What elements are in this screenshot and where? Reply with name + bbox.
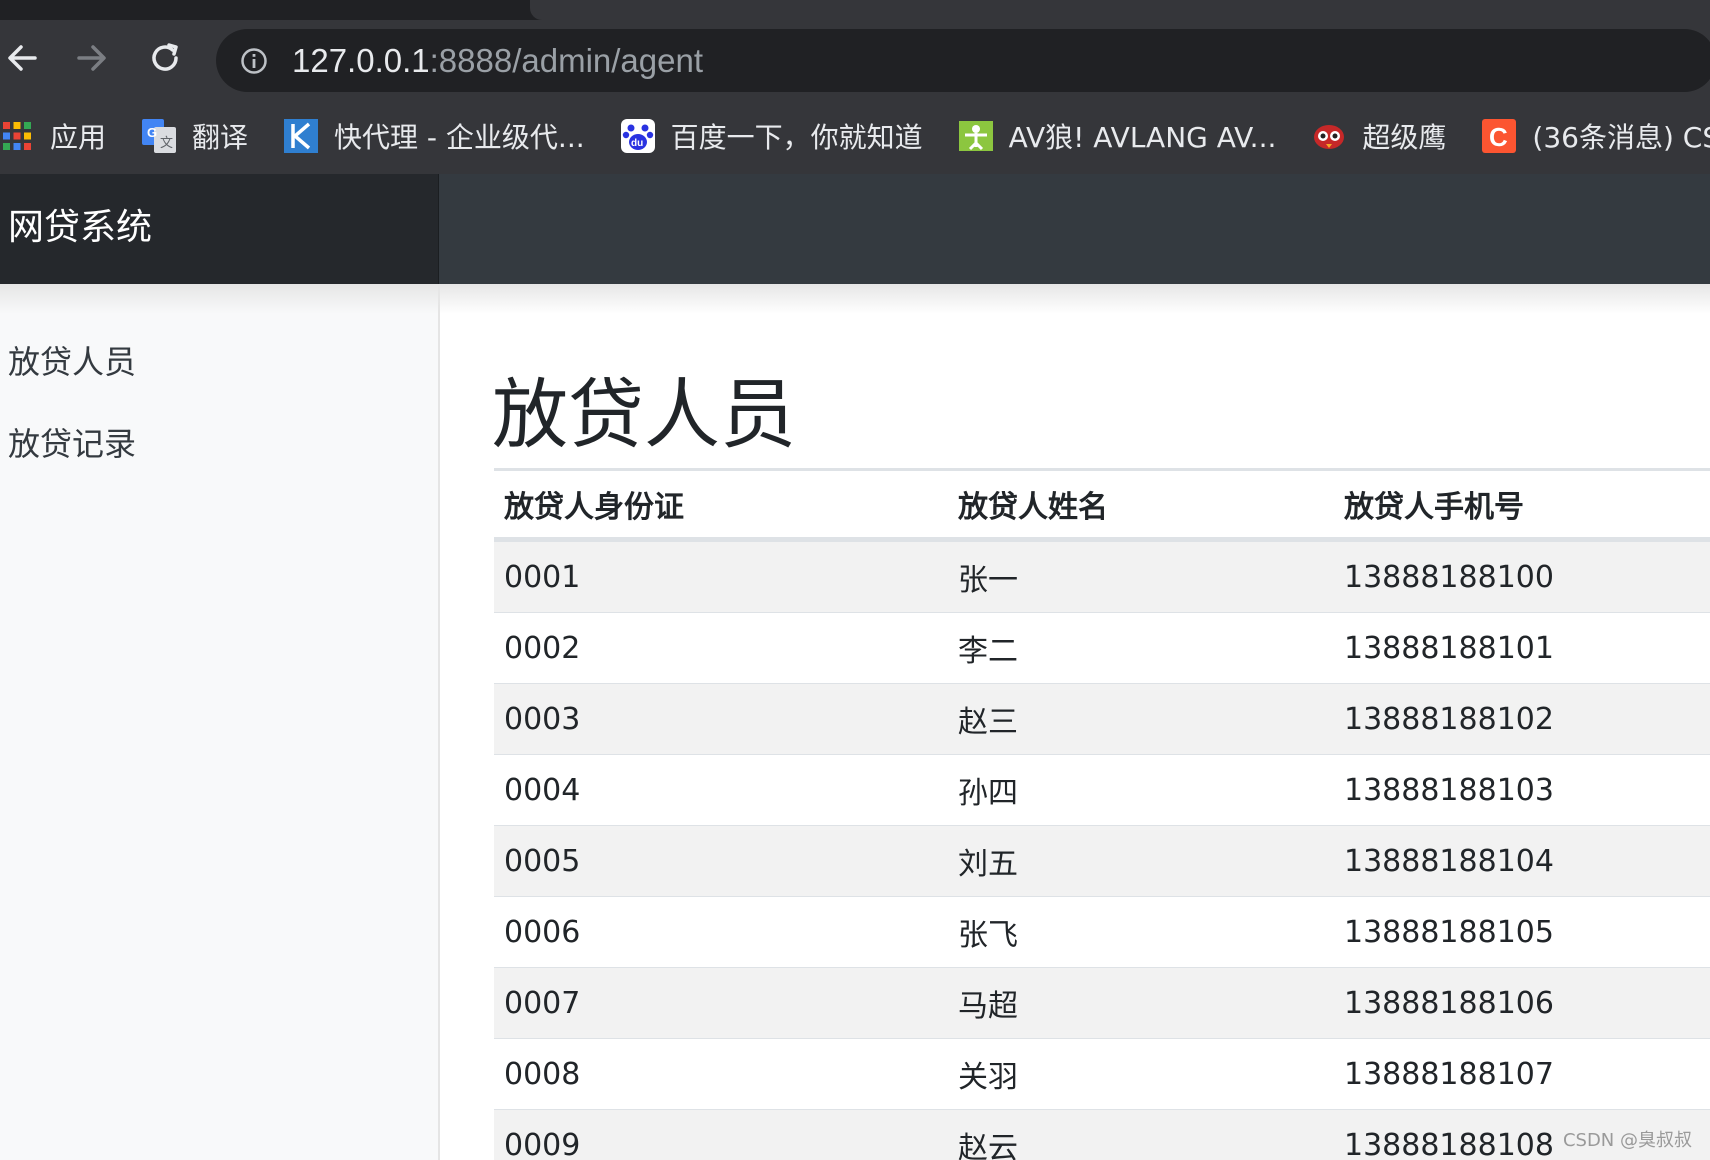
- reload-button[interactable]: [143, 36, 187, 80]
- cell-phone: 13888188102: [1334, 683, 1710, 755]
- kuaidaili-icon: [284, 119, 319, 153]
- page-title: 放贷人员: [492, 370, 796, 459]
- arrow-right-icon: [77, 45, 106, 71]
- bookmark-chaojiying[interactable]: 超级鹰: [1304, 110, 1454, 162]
- cell-id: 0003: [494, 683, 948, 755]
- cell-phone: 13888188100: [1334, 539, 1710, 613]
- bookmark-label: (36条消息) CSD: [1532, 121, 1710, 154]
- cell-phone: 13888188101: [1334, 612, 1710, 684]
- cell-phone: 13888188105: [1334, 896, 1710, 968]
- bookmark-translate[interactable]: G 文 翻译: [134, 110, 256, 162]
- bookmarks-bar: 应用 G 文 翻译 快代理 - 企业级代... du 百度一下，你就知道 AV狼…: [0, 104, 1710, 168]
- avlang-icon: [958, 119, 993, 153]
- brand-container: 网贷系统: [0, 174, 439, 284]
- cell-id: 0002: [494, 612, 948, 684]
- url-host: 127.0.0.1: [292, 42, 430, 79]
- cell-name: 张飞: [948, 896, 1334, 968]
- csdn-watermark: CSDN @臭叔叔: [1562, 1130, 1692, 1151]
- back-button[interactable]: [0, 36, 44, 80]
- table-row: 0008 关羽 13888188107: [494, 1038, 1710, 1110]
- reload-icon: [152, 43, 178, 71]
- table-row: 0009 赵云 13888188108: [494, 1109, 1710, 1160]
- url-text[interactable]: 127.0.0.1:8888/admin/agent: [292, 43, 703, 79]
- table-row: 0006 张飞 13888188105: [494, 896, 1710, 968]
- table-row: 0007 马超 13888188106: [494, 967, 1710, 1039]
- bookmark-avlang[interactable]: AV狼! AVLANG AV...: [951, 110, 1285, 162]
- column-header-id: 放贷人身份证: [494, 468, 948, 542]
- info-icon[interactable]: [240, 47, 268, 75]
- table-row: 0003 赵三 13888188102: [494, 683, 1710, 755]
- address-bar[interactable]: 127.0.0.1:8888/admin/agent: [216, 29, 1710, 92]
- cell-id: 0009: [494, 1109, 948, 1160]
- bookmark-label: AV狼! AVLANG AV...: [1008, 121, 1277, 154]
- svg-text:G: G: [147, 125, 157, 140]
- csdn-icon: C: [1482, 119, 1517, 153]
- table-row: 0004 孙四 13888188103: [494, 754, 1710, 826]
- cell-phone: 13888188106: [1334, 967, 1710, 1039]
- bookmark-label: 快代理 - 企业级代...: [334, 121, 585, 154]
- table-row: 0005 刘五 13888188104: [494, 825, 1710, 897]
- bookmark-label: 百度一下，你就知道: [670, 121, 923, 154]
- browser-toolbar: 127.0.0.1:8888/admin/agent 应用 G 文 翻译 快代理…: [0, 0, 1710, 174]
- cell-phone: 13888188104: [1334, 825, 1710, 897]
- bookmark-label: 超级鹰: [1362, 121, 1447, 154]
- bookmark-label: 翻译: [192, 121, 249, 154]
- cell-phone: 13888188107: [1334, 1038, 1710, 1110]
- url-path: :8888/admin/agent: [429, 42, 704, 79]
- tab-strip: [0, 0, 1710, 20]
- cell-name: 赵云: [948, 1109, 1334, 1160]
- arrow-left-icon: [8, 45, 37, 71]
- sidebar: 放贷人员 放贷记录: [0, 284, 440, 1160]
- bookmark-apps[interactable]: 应用: [0, 110, 114, 162]
- svg-text:du: du: [631, 138, 643, 149]
- main-content: 放贷人员 放贷人身份证 放贷人姓名 放贷人手机号 0001 张一 1388818…: [440, 284, 1710, 1160]
- table-row: 0002 李二 13888188101: [494, 612, 1710, 684]
- cell-id: 0007: [494, 967, 948, 1039]
- bookmark-label: 应用: [50, 121, 107, 154]
- cell-id: 0006: [494, 896, 948, 968]
- cell-name: 马超: [948, 967, 1334, 1039]
- table-header-row: 放贷人身份证 放贷人姓名 放贷人手机号: [494, 468, 1710, 542]
- brand-title[interactable]: 网贷系统: [8, 206, 152, 250]
- app-navbar: 网贷系统: [0, 174, 1710, 284]
- table-row: 0001 张一 13888188100: [494, 539, 1710, 613]
- baidu-paw-icon: du: [620, 119, 655, 153]
- apps-grid-icon: [0, 119, 34, 153]
- sidebar-item-agents[interactable]: 放贷人员: [8, 342, 136, 382]
- google-translate-icon: G 文: [142, 119, 177, 153]
- svg-text:文: 文: [160, 136, 173, 151]
- bookmark-baidu[interactable]: du 百度一下，你就知道: [613, 110, 931, 162]
- cell-id: 0001: [494, 539, 948, 613]
- cell-name: 李二: [948, 612, 1334, 684]
- cell-name: 赵三: [948, 683, 1334, 755]
- column-header-phone: 放贷人手机号: [1334, 468, 1710, 542]
- cell-name: 刘五: [948, 825, 1334, 897]
- cell-id: 0008: [494, 1038, 948, 1110]
- agents-table: 放贷人身份证 放贷人姓名 放贷人手机号 0001 张一 13888188100 …: [494, 468, 1710, 1160]
- cell-id: 0004: [494, 754, 948, 826]
- cell-name: 关羽: [948, 1038, 1334, 1110]
- sidebar-item-loan-records[interactable]: 放贷记录: [8, 424, 136, 464]
- cell-name: 张一: [948, 539, 1334, 613]
- cell-id: 0005: [494, 825, 948, 897]
- active-tab[interactable]: [530, 0, 1710, 20]
- cell-name: 孙四: [948, 754, 1334, 826]
- bookmark-kuaidaili[interactable]: 快代理 - 企业级代...: [276, 110, 593, 162]
- forward-button[interactable]: [70, 36, 114, 80]
- chaojiying-icon: [1312, 119, 1346, 153]
- cell-phone: 13888188103: [1334, 754, 1710, 826]
- svg-text:C: C: [1489, 122, 1508, 152]
- bookmark-csdn[interactable]: C (36条消息) CSD: [1474, 110, 1710, 162]
- column-header-name: 放贷人姓名: [948, 468, 1334, 542]
